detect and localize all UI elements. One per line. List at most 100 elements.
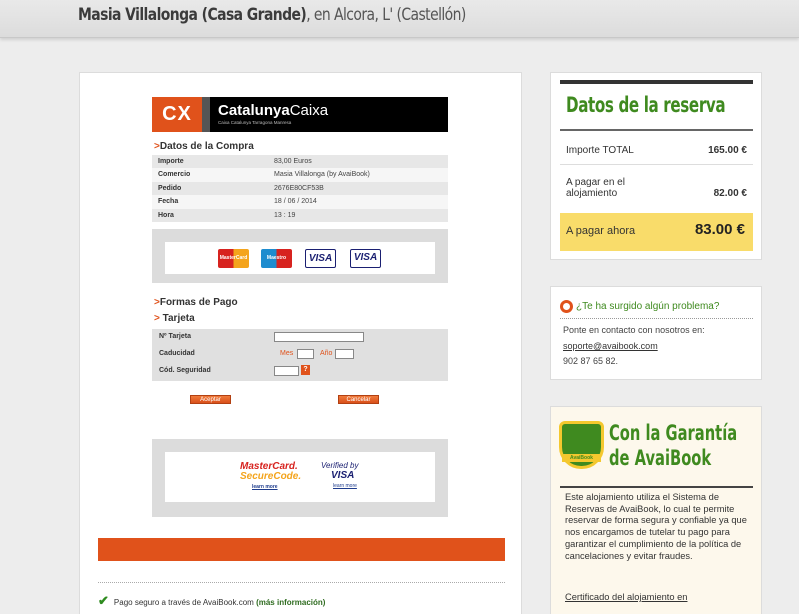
bank-subtitle: Caixa Catalunya Tarragona Manresa xyxy=(218,120,292,125)
shield-icon: AvaiBook xyxy=(559,421,604,469)
mc-text-b: SecureCode. xyxy=(240,471,302,482)
purchase-table: Importe 83,00 Euros Comercio Masia Villalo… xyxy=(152,155,448,222)
card-number-label: Nº Tarjeta xyxy=(159,333,191,340)
shield-badge-text: AvaiBook xyxy=(562,454,601,462)
cvv-help-button[interactable]: ? xyxy=(301,365,310,375)
pay-now-label: A pagar ahora xyxy=(566,225,636,237)
purchase-section-title: >Datos de la Compra xyxy=(154,141,254,152)
mastercard-securecode-logo[interactable]: MasterCard. SecureCode. learn more xyxy=(240,462,301,492)
table-row: Pedido 2676E80CF53B xyxy=(152,181,448,196)
certificate-link[interactable]: Certificado del alojamiento en xyxy=(565,592,687,602)
maestro-logo: Maestro xyxy=(261,249,292,268)
bank-name-b: Caixa xyxy=(289,102,329,119)
secure-logos: MasterCard. SecureCode. learn more Verifie… xyxy=(152,439,448,517)
support-phone: 902 87 65 82. xyxy=(563,356,619,366)
logo-separator xyxy=(202,97,210,132)
row-value: 13 : 19 xyxy=(274,211,296,219)
formas-text: Formas de Pago xyxy=(159,297,238,308)
guarantee-title-1: Con la Garantía xyxy=(609,421,738,445)
secure-payment-text: Pago seguro a través de AvaiBook.com xyxy=(113,598,254,607)
bank-logo-mark: CX xyxy=(152,97,202,132)
card-number-input[interactable] xyxy=(274,332,364,342)
table-row: Importe 83,00 Euros xyxy=(152,155,448,169)
row-value: 2676E80CF53B xyxy=(274,184,324,192)
help-text: Ponte en contacto con nosotros en: xyxy=(563,325,705,335)
verified-by-visa-logo[interactable]: Verified by VISA learn more xyxy=(321,461,359,491)
mc-learn-more-link[interactable]: learn more xyxy=(252,482,301,492)
help-box: ¿Te ha surgido algún problema? Ponte en … xyxy=(550,286,762,380)
cancel-button[interactable]: Cancelar xyxy=(338,395,379,404)
divider xyxy=(98,582,505,583)
reservation-summary: Datos de la reserva Importe TOTAL 165.00… xyxy=(550,72,762,260)
cvv-row: Cód. Seguridad xyxy=(152,363,448,380)
expiry-row: Caducidad Mes Año xyxy=(152,346,448,363)
divider xyxy=(560,318,753,319)
card-section-title: > Tarjeta xyxy=(154,313,195,324)
divider xyxy=(560,486,753,488)
expiry-label: Caducidad xyxy=(159,350,195,357)
visa-electron-logo: VISA xyxy=(350,249,381,268)
lodging-label-2: alojamiento xyxy=(566,188,618,199)
reservation-title: Datos de la reserva xyxy=(566,93,726,117)
row-label: Importe xyxy=(158,158,184,165)
table-row: Comercio Masia Villalonga (by AvaiBook) xyxy=(152,168,448,182)
divider xyxy=(560,129,753,131)
total-label: Importe TOTAL xyxy=(566,145,634,156)
total-row: Importe TOTAL 165.00 € xyxy=(560,137,753,165)
guarantee-title-2: de AvaiBook xyxy=(609,446,712,470)
lodging-value: 82.00 € xyxy=(713,188,747,199)
guarantee-text: Este alojamiento utiliza el Sistema de R… xyxy=(565,492,747,561)
pay-now-row: A pagar ahora 83.00 € xyxy=(560,213,753,251)
support-email-link[interactable]: soporte@avaibook.com xyxy=(563,341,658,351)
pay-now-value: 83.00 € xyxy=(694,221,745,238)
row-value: 83,00 Euros xyxy=(274,158,312,165)
accepted-cards-inner: MasterCard Maestro VISA VISA xyxy=(165,242,435,274)
lodging-label-1: A pagar en el xyxy=(566,177,625,188)
row-label: Pedido xyxy=(158,184,182,192)
row-label: Fecha xyxy=(158,198,179,206)
page-title: Masia Villalonga (Casa Grande), en Alcor… xyxy=(78,5,466,25)
card-form: Nº Tarjeta Caducidad Mes Año Cód. Seguri… xyxy=(152,329,448,381)
checkmark-icon: ✔ xyxy=(98,593,109,608)
cvv-input[interactable] xyxy=(274,366,299,376)
lodging-label: A pagar en el alojamiento xyxy=(566,177,625,199)
accept-button[interactable]: Aceptar xyxy=(190,395,231,404)
secure-logos-inner: MasterCard. SecureCode. learn more Verifie… xyxy=(165,452,435,502)
divider xyxy=(560,80,753,84)
hotel-name: Masia Villalonga (Casa Grande) xyxy=(78,5,307,25)
expiry-month-input[interactable] xyxy=(297,349,314,359)
row-value: 18 / 06 / 2014 xyxy=(274,198,317,206)
vbv-text-a: Verified by xyxy=(321,461,359,470)
vbv-learn-more-link[interactable]: learn more xyxy=(333,481,359,491)
orange-footer-bar xyxy=(98,538,505,561)
row-label: Comercio xyxy=(158,171,191,179)
accepted-cards: MasterCard Maestro VISA VISA xyxy=(152,229,448,283)
bank-name-a: Catalunya xyxy=(218,102,290,119)
cvv-label: Cód. Seguridad xyxy=(159,367,211,374)
table-row: Fecha 18 / 06 / 2014 xyxy=(152,195,448,209)
help-title: ¿Te ha surgido algún problema? xyxy=(560,300,719,313)
hotel-location: , en Alcora, L' (Castellón) xyxy=(306,5,466,25)
expiry-year-input[interactable] xyxy=(335,349,354,359)
row-label: Hora xyxy=(158,211,174,219)
table-row: Hora 13 : 19 xyxy=(152,208,448,222)
support-email[interactable]: soporte@avaibook.com xyxy=(563,341,658,351)
year-label: Año xyxy=(320,350,333,357)
row-value: Masia Villalonga (by AvaiBook) xyxy=(274,171,370,179)
secure-payment-note: ✔ Pago seguro a través de AvaiBook.com (m… xyxy=(98,593,325,609)
tarjeta-text: Tarjeta xyxy=(162,313,195,324)
month-label: Mes xyxy=(280,350,294,357)
vbv-text-b: VISA xyxy=(331,470,355,481)
arrow-icon: > xyxy=(154,313,160,324)
help-title-text: ¿Te ha surgido algún problema? xyxy=(576,301,720,313)
guarantee-box: AvaiBook Con la Garantía de AvaiBook Este… xyxy=(550,406,762,614)
purchase-title-text: Datos de la Compra xyxy=(159,141,254,152)
total-value: 165.00 € xyxy=(708,145,747,156)
guarantee-title: Con la Garantía de AvaiBook xyxy=(609,421,737,471)
card-number-row: Nº Tarjeta xyxy=(152,329,448,346)
header-bar: Masia Villalonga (Casa Grande), en Alcor… xyxy=(0,0,799,38)
lodging-row: A pagar en el alojamiento 82.00 € xyxy=(560,171,753,211)
payment-methods-title: >Formas de Pago xyxy=(154,297,238,308)
visa-logo: VISA xyxy=(305,249,336,268)
more-info-link[interactable]: (más información) xyxy=(256,598,325,607)
